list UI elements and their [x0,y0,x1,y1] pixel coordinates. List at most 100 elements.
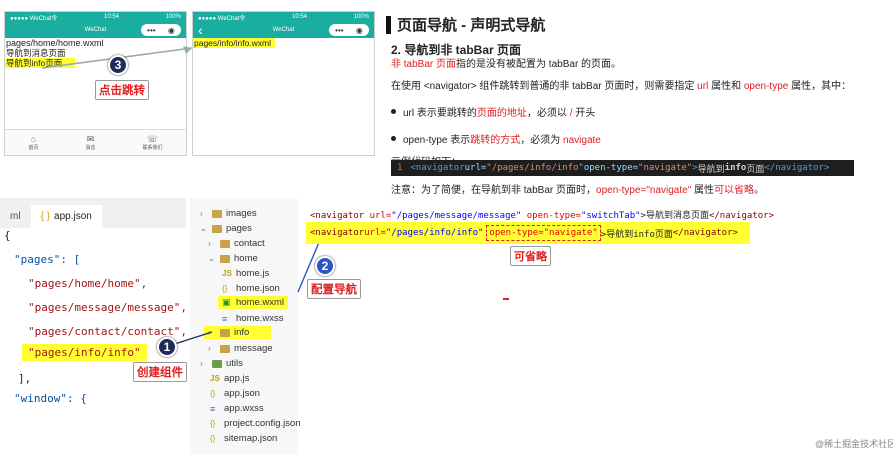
folder-icon [212,209,222,218]
close-mini-program-icon[interactable]: ◉ [168,26,175,35]
doc-title: 页面导航 - 声明式导航 [386,14,886,35]
tab-message-label: 消息 [85,145,96,151]
note-red-1: open-type="navigate" [596,185,692,196]
more-icon[interactable]: ••• [147,26,155,35]
doc-para-2-b: 属性和 [708,81,744,92]
folder-contact[interactable]: › contact [208,238,265,249]
more-icon-2[interactable]: ••• [335,26,343,35]
wxss-file-icon: ≡ [210,403,216,414]
code-line-navigate: <navigator url= "/pages/info/info" open-ty… [306,222,750,244]
status-time-2: 10:54 [291,14,307,20]
status-bar: ●●●●● WeChat令 10:54 100% [5,12,186,22]
note-a: 注意：为了简便，在导航到非 tabBar 页面时， [391,185,597,196]
code-text-a: 导航到 [697,164,725,175]
bullet-dot [391,109,396,114]
home-icon: ⌂ [30,134,37,144]
file-home-wxss[interactable]: ≡ home.wxss [222,313,284,324]
folder-images[interactable]: › images [200,208,257,219]
folder-icon [220,344,230,353]
watermark: @稀土掘金技术社区 [815,439,893,449]
tab-app-json[interactable]: { } app.json [30,205,102,228]
title-bar [386,15,391,34]
bullet-url-a: url 表示要跳转的 [403,108,477,119]
phone-icon: ☏ [146,134,159,144]
folder-icon [220,239,230,248]
open-type-term: open-type [743,81,789,92]
click-jump-label: 点击跳转 [95,80,149,100]
folder-open-icon [212,224,222,233]
step-2-badge: 2 [315,256,335,276]
bullet-ot-a: open-type 表示 [403,135,471,146]
file-home-json[interactable]: {} home.json [222,283,280,294]
json-file-icon: {} [210,389,216,398]
message-icon: ✉ [86,134,95,144]
file-app-json[interactable]: {} app.json [210,388,260,399]
tab-home[interactable]: ⌂ 首页 [28,134,38,151]
nav-title: WeChat [84,27,107,33]
code-text-c: 页面 [746,164,765,175]
bullet-open-type: open-type 表示跳转的方式，必须为 navigate [391,131,886,146]
file-app-js[interactable]: JS app.js [210,373,249,384]
status-carrier-2: ●●●●● WeChat令 [198,15,246,22]
cursor-mark [503,298,509,300]
doc-para-2: 在使用 <navigator> 组件跳转到普通的非 tabBar 页面时，则需要… [391,80,886,94]
js-file-icon: JS [210,374,220,383]
nav-bar: WeChat ••• ◉ [5,22,186,38]
bullet-ot-b: ，必须为 [520,135,564,146]
tab-message[interactable]: ✉ 消息 [85,134,95,151]
doc-para-1-rest: 指的是没有被配置为 tabBar 的页面。 [456,59,622,70]
config-nav-label: 配置导航 [307,279,361,299]
status-time: 10:54 [103,14,119,20]
doc-para-2-a: 在使用 <navigator> 组件跳转到普通的非 tabBar 页面时，则需要… [391,81,698,92]
jump-mode-term: 跳转的方式 [470,135,521,146]
status-carrier: ●●●●● WeChat令 [10,15,58,22]
url-term: url [697,81,709,92]
js-file-icon: JS [222,269,232,278]
wxss-file-icon: ≡ [222,313,228,324]
code-ot-value: "navigate" [638,163,693,173]
doc-note: 注意：为了简便，在导航到非 tabBar 页面时，open-type="navi… [391,181,764,196]
file-app-wxss[interactable]: ≡ app.wxss [210,403,264,414]
bullet-url: url 表示要跳转的页面的地址，必须以 / 开头 [391,104,886,119]
line-number: 1 [397,163,403,173]
status-battery-2: 100% [353,14,369,20]
note-c: 。 [754,185,765,196]
bullet-dot-2 [391,136,396,141]
code-close-tag: </navigator> [764,163,830,173]
step-1-badge: 1 [157,337,177,357]
tab-app-json-label: app.json [54,211,92,222]
file-sitemap-json[interactable]: {} sitemap.json [210,433,277,444]
wxml-file-icon: ▣ [222,297,231,307]
menu-capsule[interactable]: ••• ◉ [141,24,181,36]
doc-section: 页面导航 - 声明式导航 2. 导航到非 tabBar 页面 非 tabBar … [386,14,886,170]
tab-contact-label: 联系我们 [142,145,163,151]
tab-contact[interactable]: ☏ 联系我们 [142,134,162,151]
menu-capsule-2[interactable]: ••• ◉ [329,24,369,36]
json-file-icon: {} [222,284,228,293]
nav-title-2: WeChat [272,27,295,33]
folder-pages[interactable]: ⌄ pages [200,223,252,234]
info-page-path-text: pages/info/info.wxml [193,38,275,48]
doc-para-2-c: 属性，其中： [788,81,852,92]
tab-wxml[interactable]: ml [0,205,31,228]
tab-bar: ⌂ 首页 ✉ 消息 ☏ 联系我们 [5,129,186,155]
tab-home-label: 首页 [28,145,39,151]
omittable-open-type: open-type="navigate" [486,225,601,241]
back-icon[interactable]: ‹ [198,23,203,37]
code-line-switchtab: <navigator url="/pages/message/message" … [310,211,774,221]
page-address-term: 页面的地址 [476,108,527,119]
file-home-js[interactable]: JS home.js [222,268,269,279]
bullet-url-b: ，必须以 [526,108,570,119]
status-bar-2: ●●●●● WeChat令 10:54 100% [193,12,374,22]
navigate-term: navigate [563,135,601,146]
json-file-icon: { } [40,211,51,222]
file-home-wxml[interactable]: ▣ home.wxml [218,296,289,309]
close-mini-program-icon-2[interactable]: ◉ [356,26,363,35]
json-line-3: "pages/home/home", [28,277,148,290]
json-file-icon: {} [210,419,216,428]
example-code-block: 1 <navigator url= "/pages/info/info" open… [391,160,854,176]
non-tabbar-term: 非 tabBar 页面 [391,59,457,70]
note-red-2: 可以省略 [714,185,755,196]
file-project-config[interactable]: {} project.config.json [210,418,301,429]
folder-home[interactable]: ⌄ home [208,253,258,264]
